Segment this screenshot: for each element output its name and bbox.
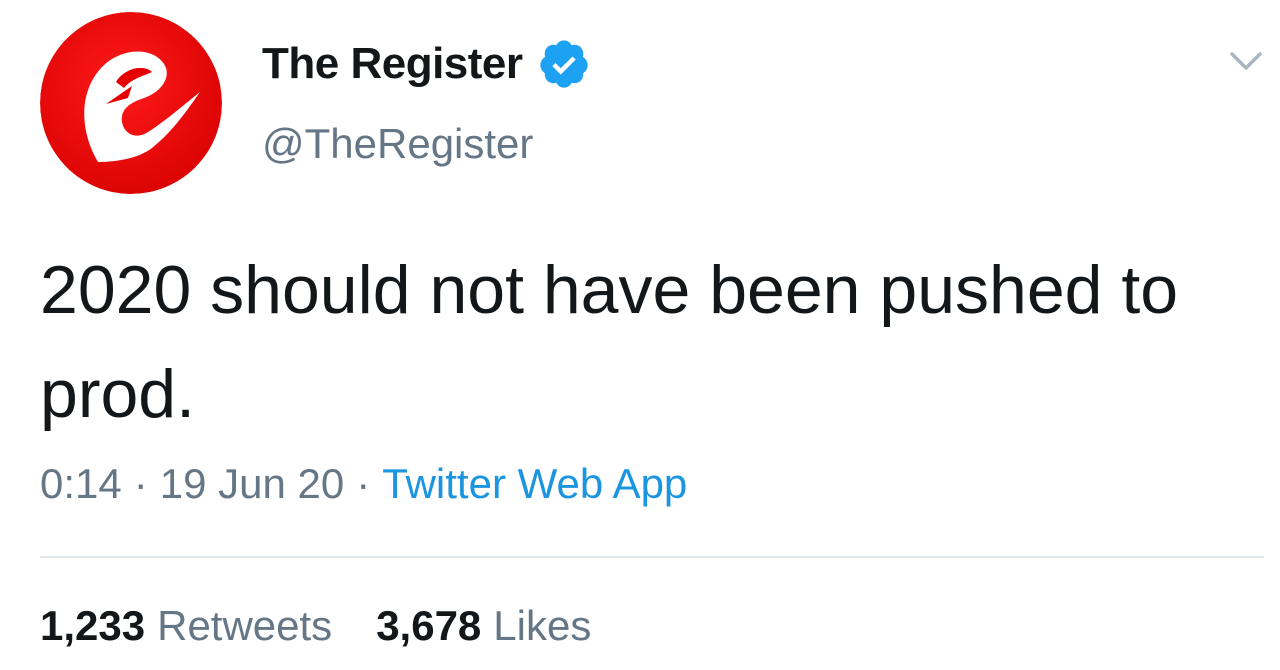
likes-label: Likes	[493, 602, 592, 649]
tweet-stats: 1,233 Retweets 3,678 Likes	[40, 602, 591, 650]
verified-badge-icon	[537, 37, 591, 91]
retweets-label: Retweets	[157, 602, 333, 649]
divider	[40, 556, 1264, 558]
likes-stat[interactable]: 3,678 Likes	[376, 602, 591, 650]
likes-count: 3,678	[376, 602, 482, 649]
tweet-date[interactable]: 19 Jun 20	[160, 460, 345, 508]
meta-separator: ·	[356, 460, 371, 507]
retweets-count: 1,233	[40, 602, 146, 649]
avatar[interactable]	[40, 12, 222, 194]
tweet-time[interactable]: 0:14	[40, 460, 122, 508]
tweet-source-link[interactable]: Twitter Web App	[382, 460, 687, 508]
register-logo-icon	[40, 12, 222, 194]
chevron-down-icon[interactable]	[1226, 46, 1266, 76]
tweet-text: 2020 should not have been pushed to prod…	[40, 252, 1179, 432]
display-name[interactable]: The Register	[262, 39, 523, 89]
author-name-row[interactable]: The Register	[262, 34, 591, 94]
tweet-meta: 0:14 · 19 Jun 20 · Twitter Web App	[40, 460, 687, 508]
user-handle[interactable]: @TheRegister	[262, 120, 533, 168]
meta-separator: ·	[133, 460, 148, 507]
retweets-stat[interactable]: 1,233 Retweets	[40, 602, 332, 650]
